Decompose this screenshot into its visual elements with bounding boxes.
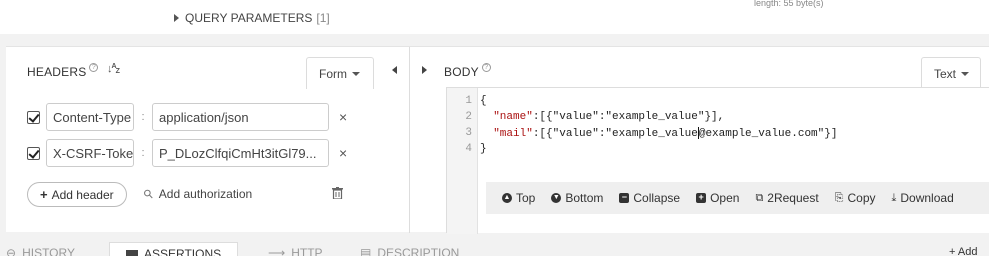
- tab-history[interactable]: ⊖ HISTORY: [6, 246, 75, 256]
- tab-assertions-label: ASSERTIONS: [144, 247, 222, 256]
- arrow-up-circle-icon: ▲: [502, 193, 512, 203]
- arrow-down-circle-icon: ▼: [551, 193, 562, 203]
- body-title: BODY?: [444, 63, 491, 79]
- line-number-gutter: 1 2 3 4: [447, 88, 478, 234]
- line-number: 2: [465, 111, 472, 123]
- code-line: "name":[{"value":"example_value"}],: [480, 111, 724, 123]
- line-number: 3: [465, 127, 472, 139]
- body-mode-dropdown[interactable]: Text: [921, 57, 981, 89]
- add-assertion-button[interactable]: + Add: [949, 246, 977, 256]
- tab-http[interactable]: ⟶ HTTP: [268, 246, 323, 256]
- help-icon[interactable]: ?: [481, 63, 491, 72]
- copy-label: Copy: [847, 191, 876, 205]
- header-row: Content-Type : application/json ×: [27, 103, 347, 131]
- history-icon: ⊖: [6, 246, 17, 256]
- plus-icon: +: [949, 246, 956, 256]
- http-arrow-icon: ⟶: [268, 246, 286, 256]
- code-brace: {: [480, 95, 487, 107]
- add-header-label: Add header: [51, 187, 114, 202]
- open-label: Open: [710, 191, 740, 205]
- tab-history-label: HISTORY: [22, 246, 75, 256]
- code-value: :[{"value":"example_value"}],: [532, 111, 725, 123]
- copy-to-request-icon: ⧉: [755, 191, 764, 204]
- colon-separator: :: [141, 111, 145, 123]
- code-key: "name": [493, 111, 533, 123]
- headers-mode-label: Form: [319, 66, 347, 81]
- add-authorization-button[interactable]: ⚲ Add authorization: [140, 186, 253, 202]
- download-icon: ⤓: [891, 191, 897, 204]
- header-value-input[interactable]: application/json: [152, 103, 329, 131]
- top-strip: length: 55 byte(s) QUERY PARAMETERS [1]: [0, 0, 989, 34]
- open-button[interactable]: + Open: [688, 191, 747, 205]
- headers-title-text: HEADERS: [27, 65, 87, 79]
- query-parameters-toggle[interactable]: QUERY PARAMETERS [1]: [174, 11, 330, 25]
- code-value: @example_value.com"}]: [698, 127, 838, 140]
- help-icon[interactable]: ?: [89, 63, 99, 72]
- add-authorization-label: Add authorization: [158, 187, 253, 201]
- headers-mode-dropdown[interactable]: Form: [306, 57, 374, 89]
- code-line: }: [480, 143, 487, 155]
- key-icon: ⚲: [140, 185, 157, 203]
- code-brace: }: [480, 143, 487, 155]
- header-name-input[interactable]: Content-Type: [46, 103, 134, 131]
- tab-description-label: DESCRIPTION: [377, 246, 460, 256]
- header-enabled-checkbox[interactable]: [27, 146, 40, 160]
- to-request-label: 2Request: [767, 191, 819, 205]
- editor-toolbar: ▲ Top ▼ Bottom − Collapse + Open ⧉ 2Requ…: [486, 182, 989, 214]
- line-number: 4: [465, 143, 472, 155]
- tab-assertions[interactable]: ASSERTIONS: [109, 242, 239, 256]
- to-request-button[interactable]: ⧉ 2Request: [747, 191, 826, 205]
- download-label: Download: [900, 191, 954, 205]
- caret-down-icon: [352, 72, 360, 76]
- code-line: {: [480, 95, 487, 107]
- tab-http-label: HTTP: [291, 246, 323, 256]
- download-button[interactable]: ⤓ Download: [884, 191, 962, 205]
- header-name-input[interactable]: X-CSRF-Token: [46, 139, 134, 167]
- tab-description[interactable]: ▤ DESCRIPTION: [360, 246, 459, 256]
- bottom-button[interactable]: ▼ Bottom: [543, 191, 611, 205]
- plus-icon: +: [40, 187, 48, 202]
- sort-alpha-icon[interactable]: ↓AZ: [107, 63, 120, 75]
- query-parameters-count: [1]: [316, 11, 330, 25]
- remove-header-icon[interactable]: ×: [339, 109, 347, 125]
- plus-square-icon: +: [696, 193, 707, 203]
- copy-button[interactable]: ⎘ Copy: [827, 191, 884, 205]
- remove-header-icon[interactable]: ×: [339, 145, 347, 161]
- header-value-input[interactable]: P_DLozClfqiCmHt3itGl79...: [152, 139, 329, 167]
- header-row: X-CSRF-Token : P_DLozClfqiCmHt3itGl79...…: [27, 139, 347, 167]
- collapse-right-icon[interactable]: [422, 66, 427, 74]
- code-value: :[{"value":"example_value: [532, 127, 698, 140]
- bottom-label: Bottom: [565, 191, 604, 205]
- response-length: length: 55 byte(s): [754, 0, 824, 8]
- collapse-left-icon[interactable]: [392, 66, 397, 74]
- colon-separator: :: [141, 147, 145, 159]
- assertions-icon: [126, 249, 138, 256]
- trash-icon[interactable]: [332, 187, 343, 199]
- panel-divider[interactable]: [409, 47, 410, 233]
- add-header-button[interactable]: + Add header: [27, 182, 127, 207]
- minus-square-icon: −: [619, 193, 630, 203]
- header-enabled-checkbox[interactable]: [27, 110, 40, 124]
- caret-down-icon: [961, 72, 970, 76]
- add-label: Add: [957, 246, 978, 256]
- description-icon: ▤: [360, 246, 372, 256]
- top-label: Top: [516, 191, 536, 205]
- expand-triangle-icon: [174, 14, 179, 22]
- headers-title: HEADERS?: [27, 63, 99, 79]
- body-title-text: BODY: [444, 65, 479, 79]
- copy-icon: ⎘: [834, 191, 844, 204]
- collapse-button[interactable]: − Collapse: [611, 191, 688, 205]
- line-number: 1: [465, 95, 472, 107]
- query-parameters-label: QUERY PARAMETERS: [185, 11, 313, 25]
- body-mode-label: Text: [934, 66, 957, 81]
- bottom-tab-bar: ⊖ HISTORY ASSERTIONS ⟶ HTTP ▤ DESCRIPTIO…: [0, 238, 989, 256]
- code-line: "mail":[{"value":"example_value@example_…: [480, 127, 837, 140]
- collapse-label: Collapse: [633, 191, 681, 205]
- top-button[interactable]: ▲ Top: [486, 191, 543, 205]
- code-key: "mail": [493, 127, 533, 140]
